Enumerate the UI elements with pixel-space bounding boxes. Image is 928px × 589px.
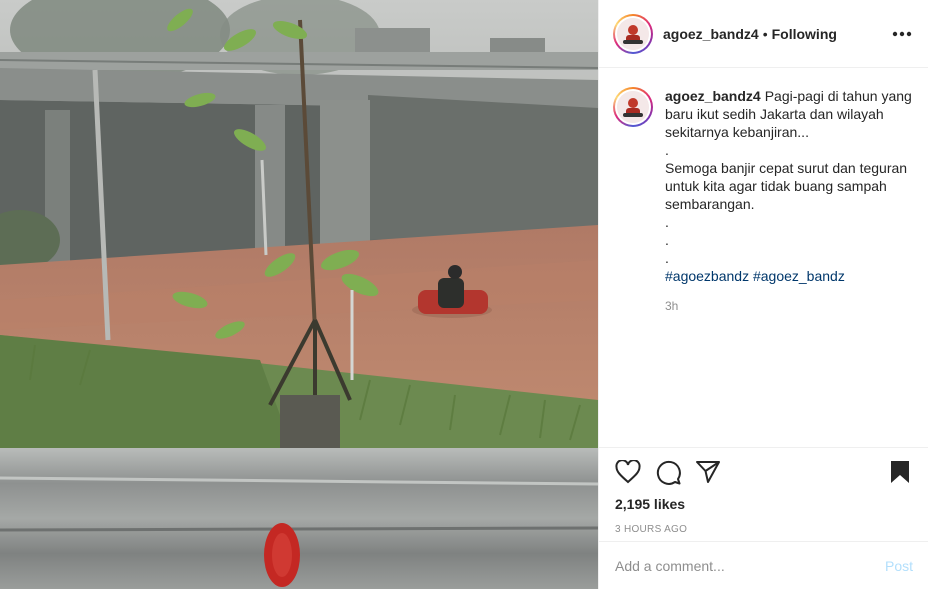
header-username[interactable]: agoez_bandz4 [663,26,759,42]
caption-line: . [665,250,669,266]
actions-section: 2,195 likes 3 HOURS AGO [599,447,928,542]
more-horizontal-icon[interactable] [890,22,914,46]
caption-text: agoez_bandz4 Pagi-pagi di tahun yang baru… [665,87,915,315]
post-header: agoez_bandz4 • Following [599,0,928,68]
avatar[interactable] [613,13,653,54]
caption-avatar[interactable] [613,87,653,127]
post-side-panel: agoez_bandz4 • Following agoez_bandz4 Pa… [598,0,928,589]
flood-scene-image [0,0,598,589]
caption-line: . [665,142,669,158]
separator-dot: • [762,25,768,42]
avatar-image [617,17,649,50]
caption-username[interactable]: agoez_bandz4 [665,88,761,104]
following-button[interactable]: Following [772,26,837,42]
caption-line: Semoga banjir cepat surut dan teguran un… [665,160,908,212]
hashtags-link[interactable]: #agoezbandz #agoez_bandz [665,267,915,285]
post-timestamp[interactable]: 3 HOURS AGO [615,524,913,535]
bookmark-icon[interactable] [887,459,913,485]
avatar-image [617,91,649,123]
caption-line: . [665,214,669,230]
likes-count[interactable]: 2,195 likes [615,496,913,512]
post-button[interactable]: Post [885,558,913,574]
comment-bar: Post [599,541,928,589]
heart-icon[interactable] [615,459,641,485]
caption-section: agoez_bandz4 Pagi-pagi di tahun yang baru… [599,69,928,447]
caption-line: . [665,232,669,248]
comment-icon[interactable] [655,459,681,485]
action-icons [615,448,913,496]
share-icon[interactable] [695,459,721,485]
caption-age[interactable]: 3h [665,297,915,315]
post-photo[interactable] [0,0,598,589]
comment-input[interactable] [615,557,885,574]
